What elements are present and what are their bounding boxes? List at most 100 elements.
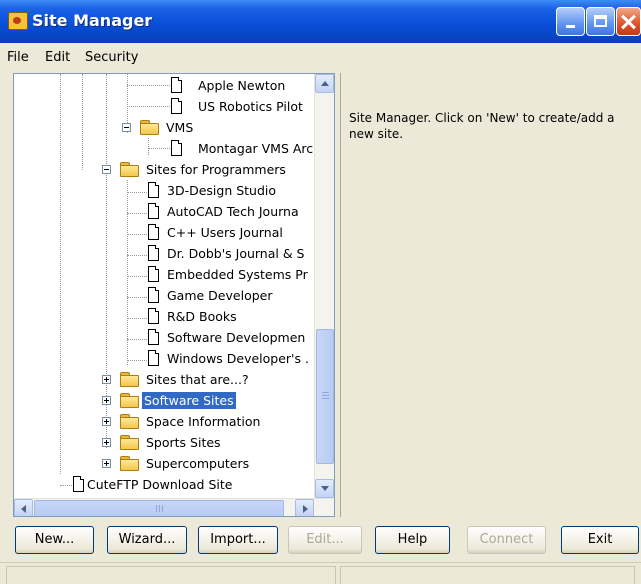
status-field (340, 566, 635, 584)
tree-line (60, 74, 61, 474)
document-icon (148, 203, 159, 219)
folder-icon (120, 393, 139, 408)
site-tree[interactable]: Apple Newton US Robotics Pilot VMS Monta… (14, 74, 314, 498)
tree-item[interactable]: Embedded Systems Pr (148, 264, 310, 285)
minimize-button[interactable] (556, 7, 585, 36)
menu-bar: File Edit Security (0, 46, 641, 68)
grip-icon (322, 398, 329, 399)
document-icon (73, 476, 84, 492)
tree-line (60, 485, 72, 486)
window-title: Site Manager (32, 11, 153, 30)
document-icon (148, 245, 159, 261)
tree-item[interactable]: C++ Users Journal (148, 222, 285, 243)
tree-item[interactable]: Software Developmen (148, 327, 307, 348)
tree-item[interactable]: 3D-Design Studio (148, 180, 278, 201)
tree-item[interactable]: VMS (122, 117, 195, 138)
tree-line (127, 339, 147, 340)
document-icon (148, 350, 159, 366)
tree-item[interactable]: Supercomputers (102, 453, 251, 474)
down-arrow-icon (321, 486, 329, 491)
tree-item[interactable]: Game Developer (148, 285, 274, 306)
tree-item-selected[interactable]: Software Sites (102, 390, 236, 411)
edit-button[interactable]: Edit... (288, 526, 362, 554)
wizard-button[interactable]: Wizard... (107, 526, 187, 554)
tree-item[interactable]: Sites that are...? (102, 369, 251, 390)
exit-button[interactable]: Exit (561, 526, 639, 554)
site-manager-window: Site Manager File Edit Security Apple Ne… (0, 0, 641, 584)
expand-icon[interactable] (102, 396, 111, 405)
scroll-up-button[interactable] (315, 74, 334, 93)
folder-icon (120, 162, 139, 177)
tree-line (127, 213, 147, 214)
tree-item[interactable]: Sites for Programmers (102, 159, 288, 180)
document-icon (148, 329, 159, 345)
expand-icon[interactable] (102, 375, 111, 384)
title-bar[interactable]: Site Manager (0, 0, 641, 43)
status-field (6, 566, 336, 584)
grip-icon (322, 392, 329, 393)
expand-icon[interactable] (102, 417, 111, 426)
grip-icon (159, 505, 160, 512)
folder-icon (120, 372, 139, 387)
import-button[interactable]: Import... (198, 526, 278, 554)
site-details-panel: Site Manager. Click on 'New' to create/a… (340, 73, 641, 517)
document-icon (171, 77, 182, 93)
grip-icon (162, 505, 163, 512)
site-tree-panel: Apple Newton US Robotics Pilot VMS Monta… (13, 73, 335, 517)
menu-file[interactable]: File (7, 50, 29, 65)
tree-line (127, 106, 170, 107)
tree-line (127, 234, 147, 235)
document-icon (148, 266, 159, 282)
tree-line (127, 276, 147, 277)
document-icon (171, 140, 182, 156)
help-button[interactable]: Help (375, 526, 450, 554)
grip-icon (322, 395, 329, 396)
tree-item[interactable]: CuteFTP Download Site (73, 474, 234, 495)
horizontal-scrollbar[interactable] (14, 498, 334, 516)
tree-line (127, 255, 147, 256)
tree-item[interactable]: Apple Newton (171, 75, 287, 96)
tree-line (82, 74, 83, 170)
tree-line (148, 148, 170, 149)
connect-button[interactable]: Connect (467, 526, 546, 554)
collapse-icon[interactable] (102, 165, 111, 174)
tree-item[interactable]: Montagar VMS Arc (171, 138, 314, 159)
folder-icon (140, 120, 159, 135)
grip-icon (156, 505, 157, 512)
tree-line (127, 360, 147, 361)
left-arrow-icon (21, 505, 26, 513)
tree-line (148, 138, 149, 155)
maximize-button[interactable] (586, 7, 615, 36)
scroll-right-button[interactable] (295, 499, 314, 516)
folder-icon (120, 456, 139, 471)
scroll-left-button[interactable] (14, 499, 33, 516)
tree-item[interactable]: R&D Books (148, 306, 239, 327)
menu-edit[interactable]: Edit (45, 50, 70, 65)
tree-item[interactable]: Windows Developer's . (148, 348, 311, 369)
vertical-scrollbar[interactable] (314, 74, 334, 498)
collapse-icon[interactable] (122, 123, 131, 132)
tree-item[interactable]: AutoCAD Tech Journa (148, 201, 301, 222)
expand-icon[interactable] (102, 438, 111, 447)
document-icon (148, 224, 159, 240)
new-button[interactable]: New... (15, 526, 94, 554)
close-button[interactable] (616, 7, 641, 36)
document-icon (148, 182, 159, 198)
tree-item[interactable]: Dr. Dobb's Journal & S (148, 243, 307, 264)
folder-icon (120, 414, 139, 429)
site-manager-icon (8, 12, 28, 30)
expand-icon[interactable] (102, 459, 111, 468)
menu-security[interactable]: Security (85, 50, 138, 65)
tree-line (127, 297, 147, 298)
horizontal-scroll-thumb[interactable] (34, 500, 284, 516)
scroll-down-button[interactable] (315, 479, 334, 498)
tree-line (127, 318, 147, 319)
document-icon (148, 308, 159, 324)
folder-icon (120, 435, 139, 450)
tree-item[interactable]: US Robotics Pilot (171, 96, 305, 117)
tree-item[interactable]: Space Information (102, 411, 262, 432)
vertical-scroll-thumb[interactable] (316, 329, 334, 464)
tree-line (127, 85, 170, 86)
document-icon (148, 287, 159, 303)
tree-item[interactable]: Sports Sites (102, 432, 223, 453)
